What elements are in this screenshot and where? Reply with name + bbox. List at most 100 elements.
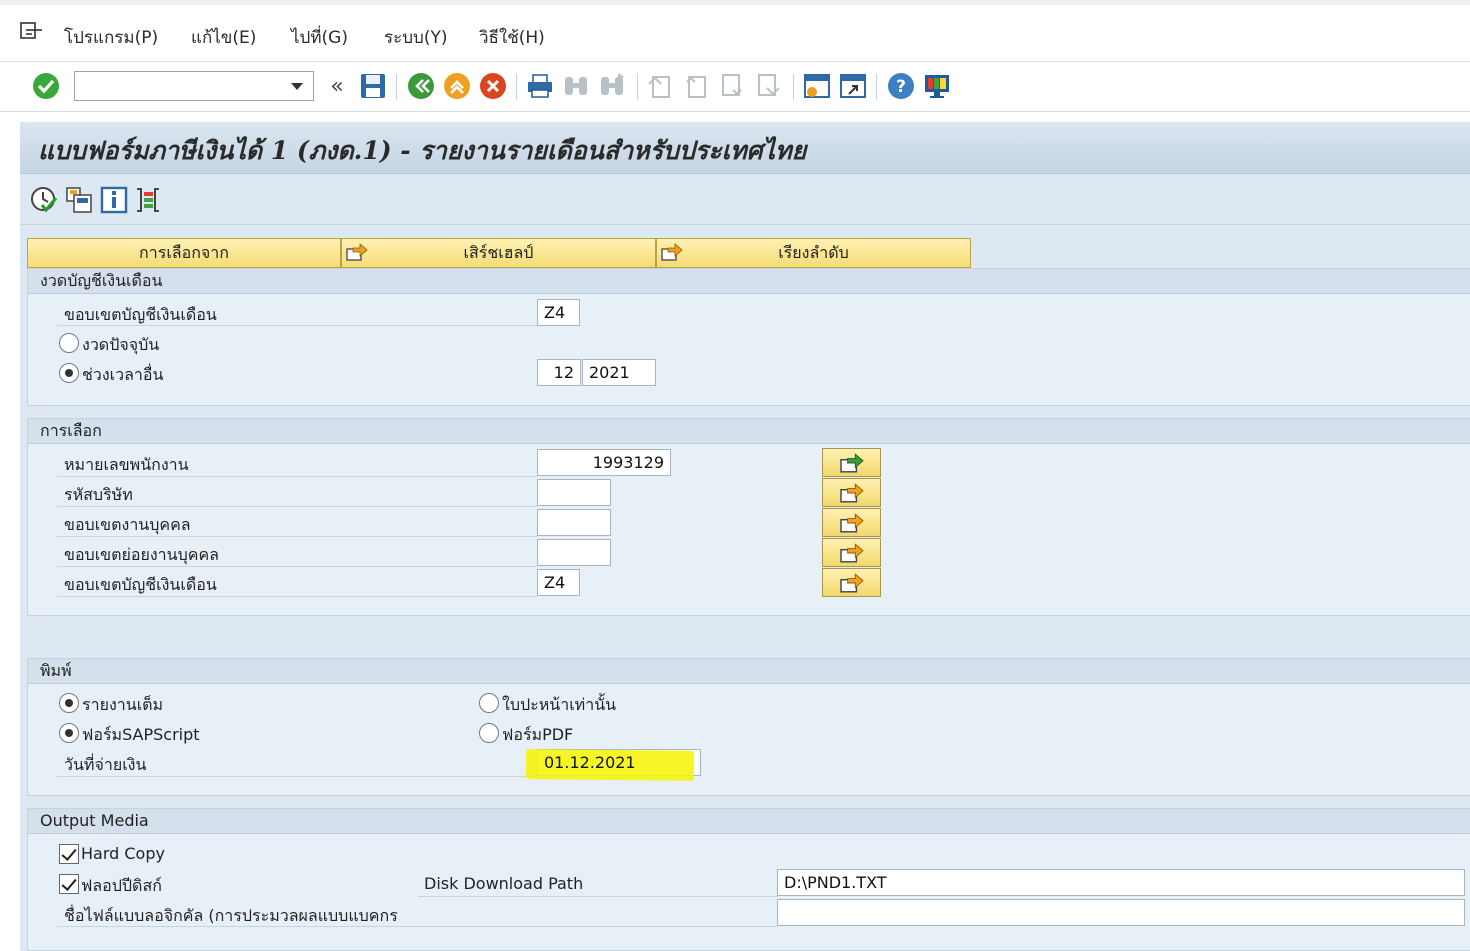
employee-number-input[interactable]: 1993129 bbox=[537, 449, 671, 476]
other-period-label: ช่วงเวลาอื่น bbox=[82, 365, 164, 384]
toolbar-separator bbox=[396, 74, 397, 100]
save-icon[interactable] bbox=[358, 71, 388, 101]
toolbar-separator bbox=[793, 74, 794, 100]
first-page-icon[interactable] bbox=[645, 71, 675, 101]
menu-system[interactable]: ระบบ(Y) bbox=[384, 24, 448, 51]
execute-icon[interactable] bbox=[30, 186, 58, 214]
personnel-area-label: ขอบเขตงานบุคคล bbox=[64, 515, 191, 534]
menu-top-strip bbox=[0, 0, 1470, 5]
previous-page-icon[interactable] bbox=[681, 71, 711, 101]
label-underline bbox=[57, 596, 537, 597]
sapscript-form-label: ฟอร์มSAPScript bbox=[82, 725, 200, 744]
period-group: งวดบัญชีเงินเดือน bbox=[27, 268, 1470, 406]
multiple-selection-button[interactable] bbox=[822, 568, 881, 597]
label-underline bbox=[418, 896, 778, 897]
multiple-selection-button[interactable] bbox=[822, 478, 881, 507]
label-underline bbox=[57, 566, 537, 567]
variants-icon[interactable] bbox=[65, 186, 93, 214]
pdf-form-label: ฟอร์มPDF bbox=[502, 725, 574, 744]
toolbar-separator bbox=[516, 74, 517, 100]
find-icon[interactable] bbox=[561, 71, 591, 101]
personnel-area-input[interactable] bbox=[537, 509, 611, 536]
command-field[interactable] bbox=[74, 71, 314, 101]
title-bar: แบบฟอร์มภาษีเงินได้ 1 (ภงด.1) - รายงานรา… bbox=[20, 122, 1470, 174]
create-session-icon[interactable] bbox=[802, 71, 832, 101]
menu-help[interactable]: วิธีใช้(H) bbox=[479, 24, 545, 51]
cover-only-label: ใบปะหน้าเท่านั้น bbox=[502, 695, 617, 714]
selection-group-header: การเลือก bbox=[28, 419, 1470, 444]
disk-download-path-label: Disk Download Path bbox=[424, 874, 584, 893]
tab-label: เสิร์ชเฮลป์ bbox=[463, 242, 534, 262]
menu-bar: โปรแกรม(P) แก้ไข(E) ไปที่(G) ระบบ(Y) วิธ… bbox=[0, 0, 1470, 62]
period-month-input[interactable]: 12 bbox=[537, 359, 581, 386]
hard-copy-label: Hard Copy bbox=[81, 844, 165, 863]
period-group-header: งวดบัญชีเงินเดือน bbox=[28, 269, 1470, 294]
find-next-icon[interactable] bbox=[597, 71, 627, 101]
company-code-input[interactable] bbox=[537, 479, 611, 506]
next-page-icon[interactable] bbox=[717, 71, 747, 101]
multiple-selection-icon bbox=[839, 572, 864, 593]
toolbar-separator bbox=[876, 74, 877, 100]
multiple-selection-icon bbox=[839, 482, 864, 503]
command-dropdown-icon[interactable] bbox=[291, 83, 303, 90]
double-chevron-left-icon[interactable]: « bbox=[322, 71, 352, 101]
logical-file-name-input[interactable] bbox=[777, 899, 1465, 926]
print-icon[interactable] bbox=[525, 71, 555, 101]
menu-goto[interactable]: ไปที่(G) bbox=[291, 24, 348, 51]
back-icon[interactable] bbox=[406, 71, 436, 101]
floppy-disk-checkbox[interactable] bbox=[59, 874, 79, 894]
current-period-radio[interactable] bbox=[59, 333, 79, 353]
payroll-area-selection-input[interactable]: Z4 bbox=[537, 569, 580, 596]
tab-selection-from[interactable]: การเลือกจาก bbox=[27, 238, 341, 268]
sapscript-form-radio[interactable] bbox=[59, 723, 79, 743]
menu-edit[interactable]: แก้ไข(E) bbox=[191, 24, 256, 51]
full-report-radio[interactable] bbox=[59, 693, 79, 713]
label-underline bbox=[57, 536, 537, 537]
pdf-form-radio[interactable] bbox=[479, 723, 499, 743]
payroll-area-selection-label: ขอบเขตบัญชีเงินเดือน bbox=[64, 575, 217, 594]
print-group-header: พิมพ์ bbox=[28, 659, 1470, 684]
help-icon[interactable]: ? bbox=[886, 71, 916, 101]
payment-date-value: 01.12.2021 bbox=[544, 753, 636, 772]
exit-icon[interactable] bbox=[442, 71, 472, 101]
multiple-selection-button[interactable] bbox=[822, 508, 881, 537]
output-media-group-header: Output Media bbox=[28, 809, 1470, 834]
multiple-selection-button[interactable] bbox=[822, 538, 881, 567]
enter-icon[interactable] bbox=[31, 71, 61, 101]
hard-copy-checkbox[interactable] bbox=[59, 844, 79, 864]
multiple-selection-icon bbox=[839, 452, 864, 473]
label-underline bbox=[57, 325, 537, 326]
selection-group: การเลือก bbox=[27, 418, 1470, 616]
application-toolbar bbox=[20, 175, 1470, 225]
multiple-selection-button[interactable] bbox=[822, 448, 881, 477]
multiple-selection-icon bbox=[839, 542, 864, 563]
other-period-radio[interactable] bbox=[59, 363, 79, 383]
multiple-selection-icon bbox=[839, 512, 864, 533]
selection-options-icon[interactable] bbox=[134, 186, 162, 214]
employee-number-label: หมายเลขพนักงาน bbox=[64, 455, 189, 474]
standard-toolbar: « ? bbox=[0, 62, 1470, 112]
tab-label: การเลือกจาก bbox=[139, 242, 229, 262]
full-report-label: รายงานเต็ม bbox=[82, 695, 164, 714]
arrow-right-icon bbox=[661, 242, 683, 266]
tab-sort-order[interactable]: เรียงลำดับ bbox=[656, 238, 971, 268]
cancel-icon[interactable] bbox=[478, 71, 508, 101]
current-period-label: งวดปัจจุบัน bbox=[82, 335, 160, 354]
label-underline bbox=[57, 506, 537, 507]
layout-icon[interactable] bbox=[922, 71, 952, 101]
menu-program[interactable]: โปรแกรม(P) bbox=[64, 24, 158, 51]
tab-label: เรียงลำดับ bbox=[778, 242, 849, 262]
page-title: แบบฟอร์มภาษีเงินได้ 1 (ภงด.1) - รายงานรา… bbox=[38, 136, 807, 165]
shortcut-icon[interactable] bbox=[838, 71, 868, 101]
payroll-area-input[interactable]: Z4 bbox=[537, 299, 580, 326]
label-underline bbox=[57, 476, 537, 477]
tab-search-help[interactable]: เสิร์ชเฮลป์ bbox=[341, 238, 656, 268]
disk-download-path-input[interactable]: D:\PND1.TXT bbox=[777, 869, 1465, 896]
period-year-input[interactable]: 2021 bbox=[582, 359, 656, 386]
last-page-icon[interactable] bbox=[753, 71, 783, 101]
system-menu-icon[interactable] bbox=[20, 22, 44, 42]
personnel-subarea-label: ขอบเขตย่อยงานบุคคล bbox=[64, 545, 219, 564]
cover-only-radio[interactable] bbox=[479, 693, 499, 713]
personnel-subarea-input[interactable] bbox=[537, 539, 611, 566]
info-icon[interactable] bbox=[100, 186, 128, 214]
